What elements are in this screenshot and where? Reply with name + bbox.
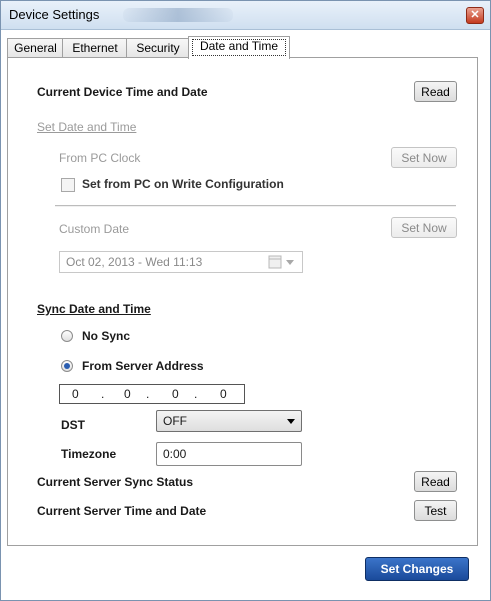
device-settings-window: Device Settings ✕ General Ethernet Secur… [0, 0, 491, 601]
set-from-pc-checkbox[interactable] [61, 178, 75, 192]
custom-date-value: Oct 02, 2013 - Wed 11:13 [66, 255, 203, 269]
server-sync-status-label: Current Server Sync Status [37, 475, 194, 489]
ip-dot: . [146, 387, 150, 401]
read-device-time-button[interactable]: Read [414, 81, 457, 102]
server-time-label: Current Server Time and Date [37, 504, 207, 518]
server-ip-input[interactable]: 0 . 0 . 0 . 0 [59, 384, 245, 404]
tab-ethernet[interactable]: Ethernet [62, 38, 128, 58]
no-sync-label: No Sync [82, 329, 131, 343]
from-server-radio[interactable] [61, 360, 73, 372]
chevron-down-icon [287, 419, 295, 424]
title-bar[interactable]: Device Settings ✕ [1, 1, 490, 30]
ip-octet-3[interactable]: 0 [172, 387, 179, 401]
set-now-custom-button[interactable]: Set Now [391, 217, 457, 238]
ip-octet-2[interactable]: 0 [124, 387, 131, 401]
no-sync-radio[interactable] [61, 330, 73, 342]
ip-dot: . [101, 387, 105, 401]
close-icon: ✕ [470, 9, 480, 21]
sync-date-time-heading: Sync Date and Time [37, 302, 151, 316]
tab-security[interactable]: Security [126, 38, 190, 58]
from-pc-clock-label: From PC Clock [59, 151, 141, 165]
test-server-time-button[interactable]: Test [414, 500, 457, 521]
dst-label: DST [61, 418, 85, 432]
custom-date-picker[interactable]: Oct 02, 2013 - Wed 11:13 [59, 251, 303, 273]
set-from-pc-label: Set from PC on Write Configuration [82, 177, 284, 191]
custom-date-label: Custom Date [59, 222, 130, 236]
window-title: Device Settings [9, 7, 100, 22]
from-server-label: From Server Address [82, 359, 204, 373]
set-date-time-heading: Set Date and Time [37, 120, 137, 134]
calendar-dropdown-icon[interactable] [268, 255, 298, 269]
dst-value: OFF [163, 414, 187, 428]
tab-general[interactable]: General [7, 38, 64, 58]
ip-dot: . [194, 387, 198, 401]
tab-date-and-time[interactable]: Date and Time [188, 36, 290, 59]
read-sync-status-button[interactable]: Read [414, 471, 457, 492]
close-button[interactable]: ✕ [466, 7, 484, 24]
ip-octet-1[interactable]: 0 [72, 387, 79, 401]
dst-select[interactable]: OFF [156, 410, 302, 432]
ip-octet-4[interactable]: 0 [220, 387, 227, 401]
set-changes-button[interactable]: Set Changes [365, 557, 469, 581]
tab-focus-rect [192, 39, 286, 56]
blurred-title-text [123, 8, 233, 22]
current-device-time-label: Current Device Time and Date [37, 85, 208, 99]
timezone-value: 0:00 [163, 447, 187, 461]
set-now-pc-button[interactable]: Set Now [391, 147, 457, 168]
timezone-label: Timezone [61, 447, 117, 461]
section-divider [55, 205, 456, 207]
timezone-input[interactable]: 0:00 [156, 442, 302, 466]
